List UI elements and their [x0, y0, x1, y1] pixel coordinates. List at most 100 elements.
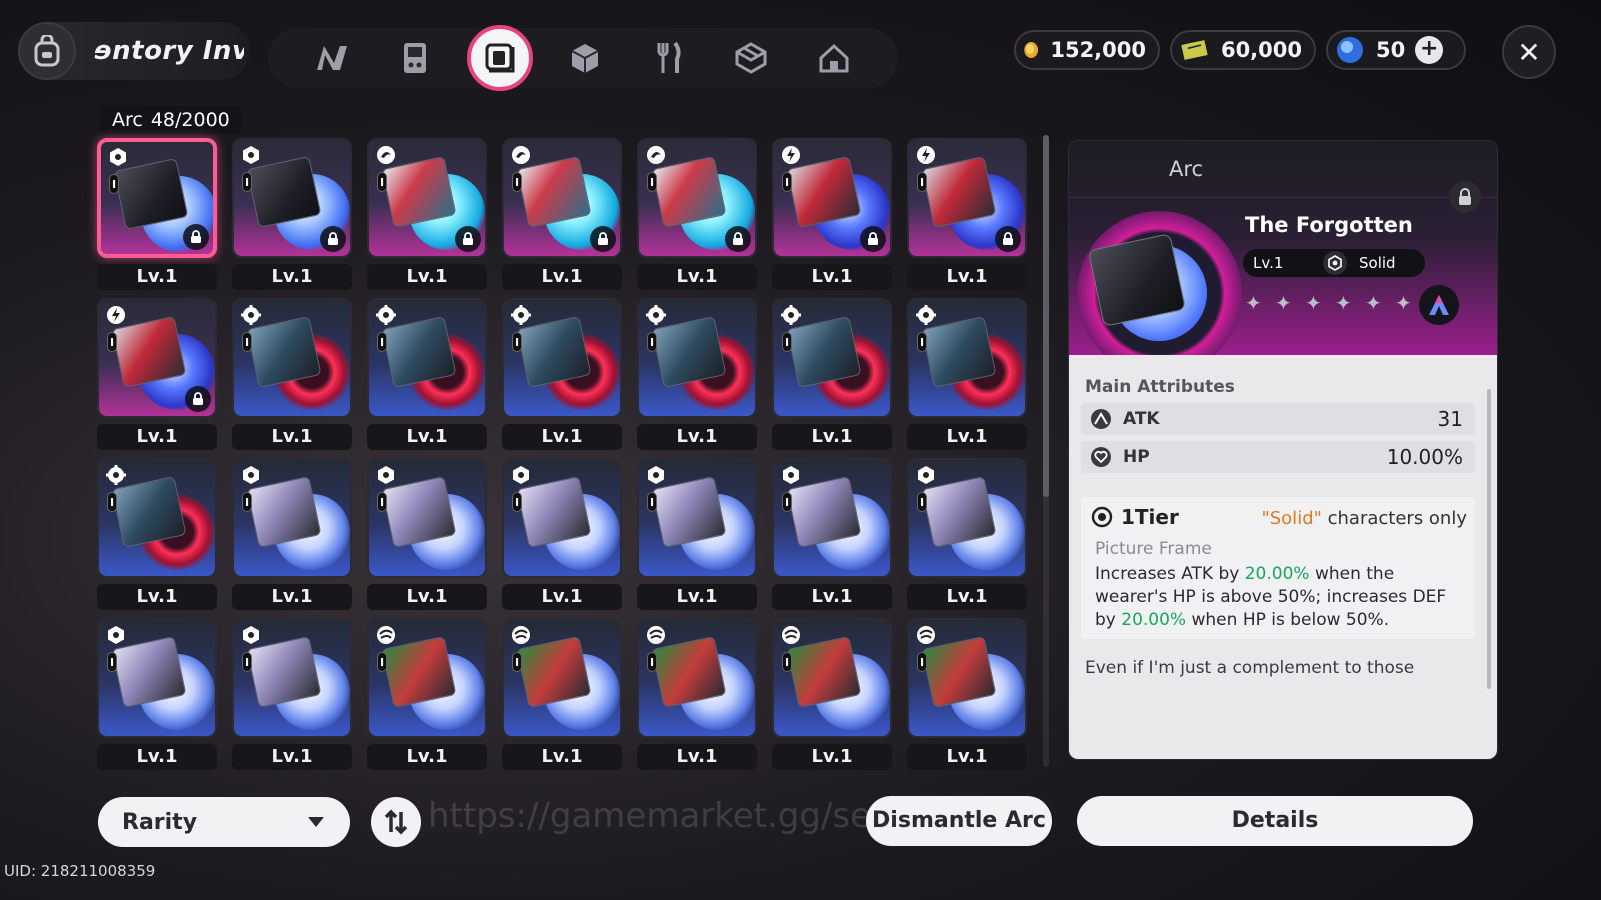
arc-item-slot[interactable]: I Lv.1: [907, 138, 1027, 292]
arc-item-slot[interactable]: I Lv.1: [232, 138, 352, 292]
desc-value: 20.00%: [1244, 564, 1310, 584]
arc-item-card[interactable]: I: [367, 298, 487, 418]
arc-item-slot[interactable]: I Lv.1: [772, 138, 892, 292]
arc-item-slot[interactable]: I Lv.1: [97, 458, 217, 612]
arc-item-card[interactable]: I: [907, 298, 1027, 418]
arc-item-slot[interactable]: I Lv.1: [232, 298, 352, 452]
arc-item-slot[interactable]: I Lv.1: [637, 298, 757, 452]
dismantle-arc-button[interactable]: Dismantle Arc: [866, 796, 1052, 846]
flavor-text: Even if I'm just a complement to those: [1085, 658, 1415, 678]
lock-toggle-button[interactable]: [1449, 181, 1481, 213]
arc-item-card[interactable]: I: [97, 458, 217, 578]
tier-marker: I: [647, 492, 657, 512]
arc-item-card[interactable]: I: [367, 458, 487, 578]
arc-item-slot[interactable]: I Lv.1: [367, 618, 487, 772]
item-level: Lv.1: [232, 424, 352, 450]
arc-item-slot[interactable]: I Lv.1: [772, 618, 892, 772]
arc-item-slot[interactable]: I Lv.1: [502, 458, 622, 612]
arc-item-card[interactable]: I: [97, 138, 217, 258]
star-icon: ✦: [1275, 291, 1292, 315]
tab-arc[interactable]: [466, 25, 533, 91]
arc-item-card[interactable]: I: [97, 618, 217, 738]
arc-item-slot[interactable]: I Lv.1: [232, 618, 352, 772]
arc-item-slot[interactable]: I Lv.1: [367, 458, 487, 612]
grid-scrollbar[interactable]: [1043, 135, 1049, 767]
arc-item-card[interactable]: I: [367, 138, 487, 258]
arc-item-card[interactable]: I: [367, 618, 487, 738]
grid-scrollbar-thumb[interactable]: [1043, 135, 1049, 497]
arc-item-card[interactable]: I: [637, 138, 757, 258]
arc-item-card[interactable]: I: [772, 138, 892, 258]
passive-name: Picture Frame: [1095, 539, 1212, 559]
tab-cube[interactable]: [554, 27, 616, 89]
arc-item-card[interactable]: I: [907, 138, 1027, 258]
tab-console[interactable]: [384, 27, 446, 89]
arc-item-slot[interactable]: I Lv.1: [772, 298, 892, 452]
arc-item-slot[interactable]: I Lv.1: [502, 298, 622, 452]
arc-item-card[interactable]: I: [637, 618, 757, 738]
tier-marker: I: [512, 652, 522, 672]
arc-item-card[interactable]: I: [907, 618, 1027, 738]
inventory-title: ɘntory Inv: [94, 36, 244, 66]
arc-item-slot[interactable]: I Lv.1: [502, 618, 622, 772]
fork-knife-icon: [657, 41, 681, 73]
arc-item-card[interactable]: I: [502, 618, 622, 738]
arc-item-card[interactable]: I: [772, 458, 892, 578]
tier-marker: I: [782, 172, 792, 192]
arc-item-card[interactable]: I: [232, 298, 352, 418]
arc-item-slot[interactable]: I Lv.1: [232, 458, 352, 612]
arc-item-slot[interactable]: I Lv.1: [637, 458, 757, 612]
arc-item-card[interactable]: I: [637, 458, 757, 578]
arc-item-slot[interactable]: I Lv.1: [502, 138, 622, 292]
arc-item-card[interactable]: I: [97, 298, 217, 418]
swirl-type-icon: [375, 144, 397, 166]
arc-item-slot[interactable]: I Lv.1: [772, 458, 892, 612]
gear-type-icon: [240, 304, 262, 326]
solid-type-icon: [375, 464, 397, 486]
sort-order-button[interactable]: [371, 797, 421, 847]
lock-icon: [320, 226, 346, 252]
arc-item-slot[interactable]: I Lv.1: [907, 618, 1027, 772]
solid-type-icon: [107, 146, 129, 168]
arc-item-card[interactable]: I: [232, 138, 352, 258]
arc-item-slot[interactable]: I Lv.1: [97, 618, 217, 772]
arc-item-slot[interactable]: I Lv.1: [97, 138, 217, 292]
add-crystal-button[interactable]: +: [1415, 36, 1444, 64]
crystal-amount: 50: [1376, 38, 1406, 62]
close-button[interactable]: ✕: [1502, 25, 1556, 79]
arc-item-slot[interactable]: I Lv.1: [907, 458, 1027, 612]
tier-marker: I: [377, 332, 387, 352]
arc-item-slot[interactable]: I Lv.1: [367, 298, 487, 452]
item-level: Lv.1: [97, 264, 217, 290]
arc-item-card[interactable]: I: [232, 458, 352, 578]
sort-dropdown[interactable]: Rarity: [98, 797, 350, 847]
arc-item-card[interactable]: I: [502, 138, 622, 258]
detail-scrollbar[interactable]: [1487, 389, 1491, 689]
arc-item-card[interactable]: I: [907, 458, 1027, 578]
tab-food[interactable]: [637, 27, 699, 89]
arc-item-card[interactable]: I: [232, 618, 352, 738]
tier-marker: I: [107, 492, 117, 512]
arc-item-slot[interactable]: I Lv.1: [637, 618, 757, 772]
arc-item-card[interactable]: I: [772, 298, 892, 418]
arc-item-slot[interactable]: I Lv.1: [907, 298, 1027, 452]
tab-box[interactable]: [720, 27, 782, 89]
arc-item-slot[interactable]: I Lv.1: [367, 138, 487, 292]
arc-item-card[interactable]: I: [502, 458, 622, 578]
tier-marker: I: [917, 652, 927, 672]
arc-item-card[interactable]: I: [502, 298, 622, 418]
lock-icon: [590, 226, 616, 252]
arc-item-card[interactable]: I: [637, 298, 757, 418]
lock-icon: [995, 226, 1021, 252]
arc-item-slot[interactable]: I Lv.1: [97, 298, 217, 452]
details-button[interactable]: Details: [1077, 796, 1473, 846]
sword-icon: [1087, 405, 1115, 433]
ticket-amount: 60,000: [1220, 38, 1302, 62]
arc-item-slot[interactable]: I Lv.1: [637, 138, 757, 292]
tab-home[interactable]: [803, 27, 865, 89]
arc-item-card[interactable]: I: [772, 618, 892, 738]
item-level: Lv.1: [97, 424, 217, 450]
tab-n-logo[interactable]: [301, 27, 363, 89]
tier-marker: I: [647, 332, 657, 352]
item-level: Lv.1: [232, 264, 352, 290]
